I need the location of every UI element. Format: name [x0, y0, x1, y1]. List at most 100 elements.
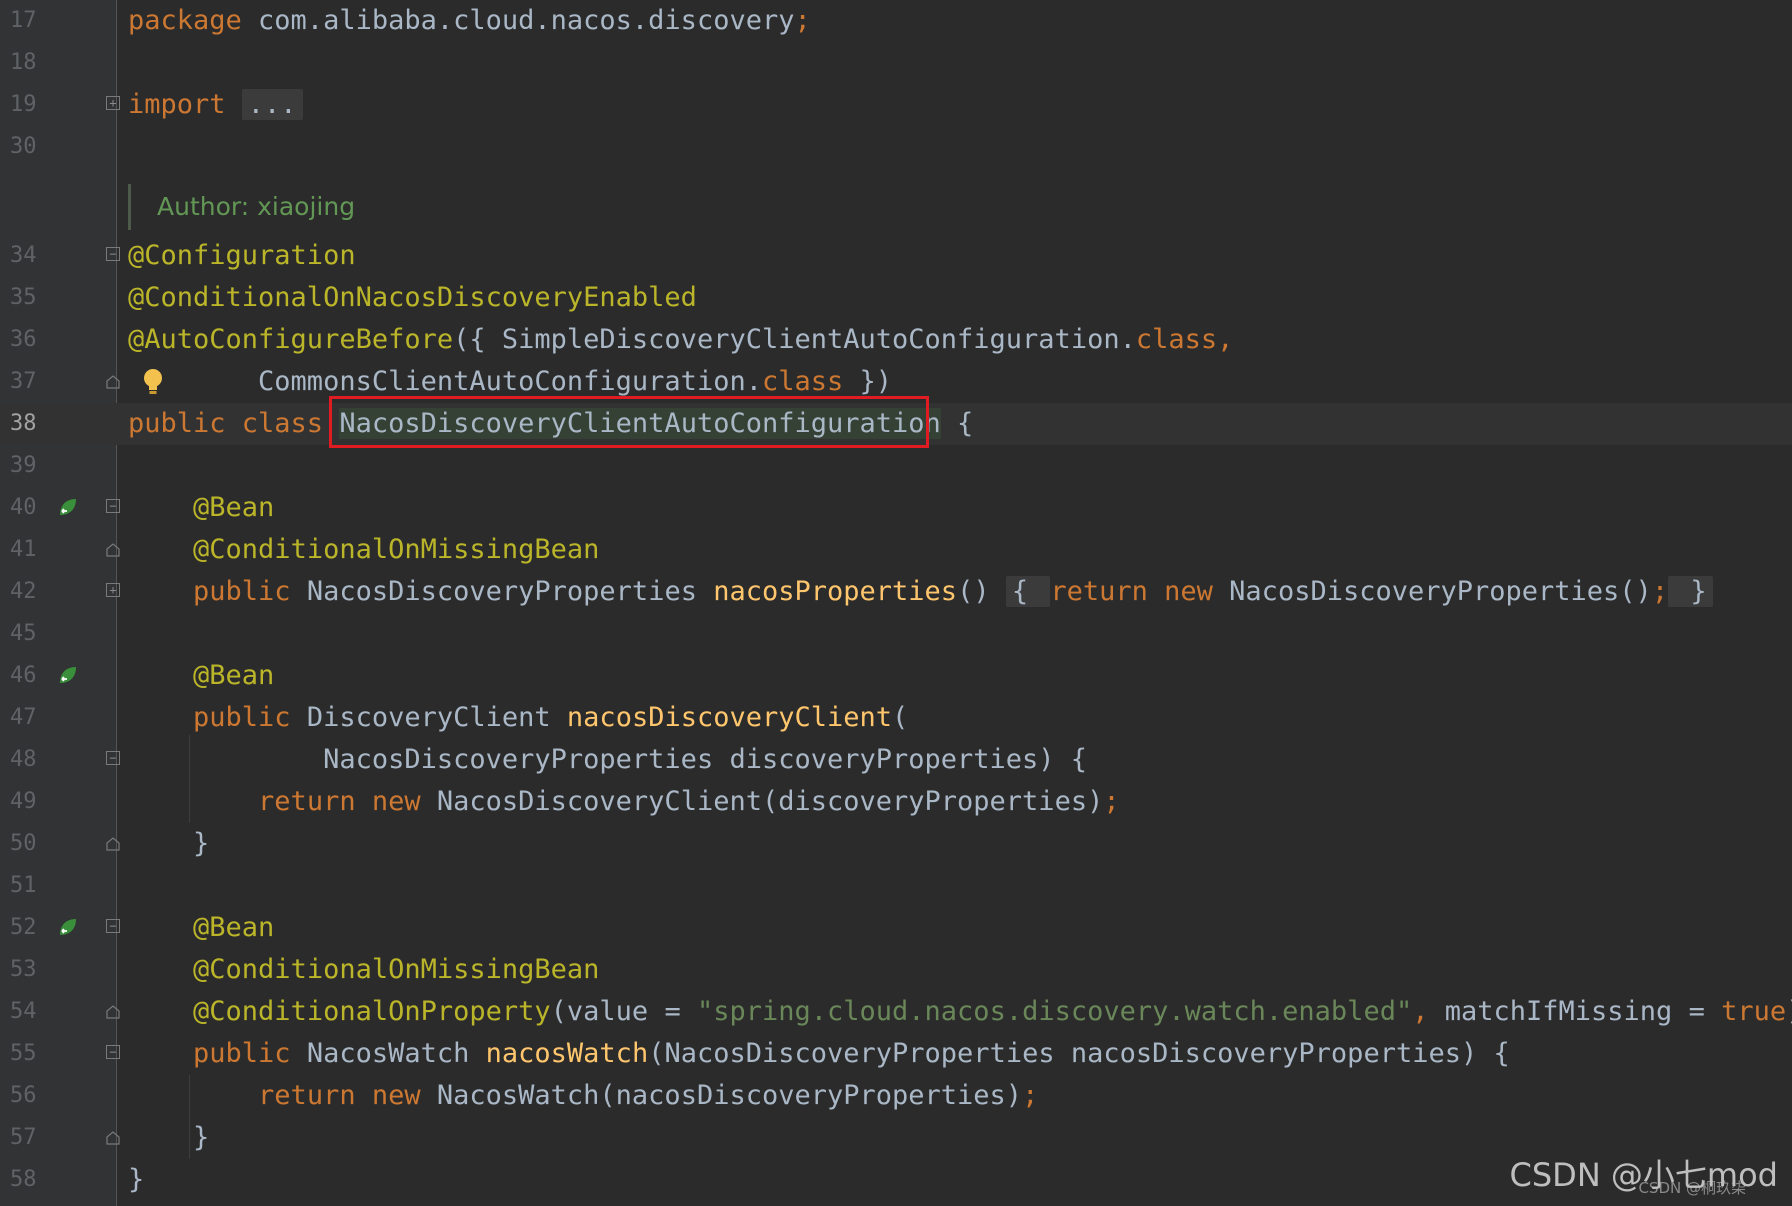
code-text[interactable]: @ConditionalOnProperty(value = "spring.c…: [128, 995, 1792, 1029]
code-text[interactable]: public DiscoveryClient nacosDiscoveryCli…: [128, 701, 908, 735]
code-editor[interactable]: 17 package com.alibaba.cloud.nacos.discov…: [0, 0, 1792, 1206]
collapsed-region[interactable]: ...: [241, 89, 303, 120]
line-number[interactable]: 52: [10, 915, 50, 940]
fold-collapse-icon[interactable]: −: [106, 247, 120, 261]
line-number[interactable]: 18: [10, 50, 50, 75]
line-number[interactable]: 36: [10, 327, 50, 352]
code-line-56[interactable]: 56 return new NacosWatch(nacosDiscoveryP…: [0, 1075, 1792, 1117]
line-number[interactable]: 51: [10, 873, 50, 898]
line-number[interactable]: 57: [10, 1125, 50, 1150]
code-line-40[interactable]: 40 − @Bean: [0, 487, 1792, 529]
fold-end-icon[interactable]: [106, 375, 120, 389]
line-number[interactable]: 49: [10, 789, 50, 814]
code-line-51[interactable]: 51: [0, 865, 1792, 907]
fold-end-icon[interactable]: [106, 837, 120, 851]
code-text[interactable]: @ConditionalOnNacosDiscoveryEnabled: [128, 281, 697, 315]
code-text[interactable]: }: [128, 1163, 144, 1197]
code-line-48[interactable]: 48 − NacosDiscoveryProperties discoveryPr…: [0, 739, 1792, 781]
code-line-34[interactable]: 34 − @Configuration: [0, 235, 1792, 277]
spring-bean-gutter-icon[interactable]: [56, 495, 80, 519]
code-text[interactable]: public NacosWatch nacosWatch(NacosDiscov…: [128, 1037, 1510, 1071]
line-number[interactable]: 39: [10, 453, 50, 478]
line-number[interactable]: 47: [10, 705, 50, 730]
code-token: @Bean: [193, 912, 275, 943]
code-text[interactable]: @ConditionalOnMissingBean: [128, 953, 599, 987]
code-text[interactable]: CommonsClientAutoConfiguration.class }): [128, 365, 892, 399]
fold-end-icon[interactable]: [106, 1131, 120, 1145]
code-text[interactable]: import ...: [128, 88, 303, 122]
line-number[interactable]: 34: [10, 243, 50, 268]
code-text[interactable]: @Bean: [128, 659, 274, 693]
selected-class-name[interactable]: NacosDiscoveryClientAutoConfiguration: [339, 408, 941, 439]
code-line-38[interactable]: 38 public class NacosDiscoveryClientAutoC…: [0, 403, 1792, 445]
collapsed-region[interactable]: }: [1668, 576, 1713, 607]
line-number[interactable]: 54: [10, 999, 50, 1024]
line-number[interactable]: 35: [10, 285, 50, 310]
line-number[interactable]: 30: [10, 134, 50, 159]
code-text[interactable]: @Configuration: [128, 239, 356, 273]
line-number[interactable]: 46: [10, 663, 50, 688]
code-text[interactable]: public NacosDiscoveryProperties nacosPro…: [128, 575, 1713, 609]
collapsed-region[interactable]: {: [1005, 576, 1051, 607]
line-number[interactable]: 58: [10, 1167, 50, 1192]
code-line-37[interactable]: 37 CommonsClientAutoConfiguration.class …: [0, 361, 1792, 403]
fold-collapse-icon[interactable]: −: [106, 919, 120, 933]
code-line-45[interactable]: 45: [0, 613, 1792, 655]
line-number[interactable]: 53: [10, 957, 50, 982]
fold-expand-icon[interactable]: +: [106, 583, 120, 597]
line-number[interactable]: 38: [10, 411, 50, 436]
line-number[interactable]: 56: [10, 1083, 50, 1108]
line-number[interactable]: 19: [10, 92, 50, 117]
line-number[interactable]: 40: [10, 495, 50, 520]
spring-bean-gutter-icon[interactable]: [56, 663, 80, 687]
code-text[interactable]: @ConditionalOnMissingBean: [128, 533, 599, 567]
code-line-55[interactable]: 55 − public NacosWatch nacosWatch(NacosDi…: [0, 1033, 1792, 1075]
code-line-19[interactable]: 19 + import ...: [0, 84, 1792, 126]
code-line-35[interactable]: 35 @ConditionalOnNacosDiscoveryEnabled: [0, 277, 1792, 319]
line-number[interactable]: 17: [10, 8, 50, 33]
code-text[interactable]: @Bean: [128, 491, 274, 525]
code-token: return new: [258, 1080, 437, 1111]
code-text[interactable]: return new NacosDiscoveryClient(discover…: [128, 785, 1120, 819]
code-line-47[interactable]: 47 public DiscoveryClient nacosDiscovery…: [0, 697, 1792, 739]
fold-collapse-icon[interactable]: −: [106, 1045, 120, 1059]
code-text[interactable]: package com.alibaba.cloud.nacos.discover…: [128, 4, 811, 38]
code-text[interactable]: @Bean: [128, 911, 274, 945]
line-number[interactable]: 50: [10, 831, 50, 856]
code-line-52[interactable]: 52 − @Bean: [0, 907, 1792, 949]
code-text[interactable]: @AutoConfigureBefore({ SimpleDiscoveryCl…: [128, 323, 1233, 357]
line-number[interactable]: 45: [10, 621, 50, 646]
code-line-42[interactable]: 42 + public NacosDiscoveryProperties naco…: [0, 571, 1792, 613]
code-line-54[interactable]: 54 @ConditionalOnProperty(value = "sprin…: [0, 991, 1792, 1033]
code-text[interactable]: return new NacosWatch(nacosDiscoveryProp…: [128, 1079, 1038, 1113]
code-line-49[interactable]: 49 return new NacosDiscoveryClient(disco…: [0, 781, 1792, 823]
fold-end-icon[interactable]: [106, 543, 120, 557]
line-number[interactable]: 55: [10, 1041, 50, 1066]
code-line-53[interactable]: 53 @ConditionalOnMissingBean: [0, 949, 1792, 991]
code-line-18[interactable]: 18: [0, 42, 1792, 84]
code-line-17[interactable]: 17 package com.alibaba.cloud.nacos.discov…: [0, 0, 1792, 42]
line-number[interactable]: 37: [10, 369, 50, 394]
spring-bean-gutter-icon[interactable]: [56, 915, 80, 939]
fold-collapse-icon[interactable]: −: [106, 499, 120, 513]
code-text[interactable]: NacosDiscoveryProperties discoveryProper…: [128, 743, 1087, 777]
code-text[interactable]: public class NacosDiscoveryClientAutoCon…: [128, 407, 973, 441]
code-line-41[interactable]: 41 @ConditionalOnMissingBean: [0, 529, 1792, 571]
fold-end-icon[interactable]: [106, 1005, 120, 1019]
code-line-36[interactable]: 36 @AutoConfigureBefore({ SimpleDiscovery…: [0, 319, 1792, 361]
code-line-46[interactable]: 46 @Bean: [0, 655, 1792, 697]
code-text[interactable]: }: [128, 1121, 209, 1155]
watermark-small: CSDN @桐玖柒: [1638, 1179, 1746, 1197]
code-text[interactable]: }: [128, 827, 209, 861]
code-line-50[interactable]: 50 }: [0, 823, 1792, 865]
line-number[interactable]: 42: [10, 579, 50, 604]
line-number[interactable]: 41: [10, 537, 50, 562]
line-number[interactable]: 48: [10, 747, 50, 772]
fold-expand-icon[interactable]: +: [106, 96, 120, 110]
code-line-39[interactable]: 39: [0, 445, 1792, 487]
fold-collapse-icon[interactable]: −: [106, 751, 120, 765]
code-line-30[interactable]: 30: [0, 126, 1792, 168]
code-token: DiscoveryClient: [306, 702, 567, 733]
